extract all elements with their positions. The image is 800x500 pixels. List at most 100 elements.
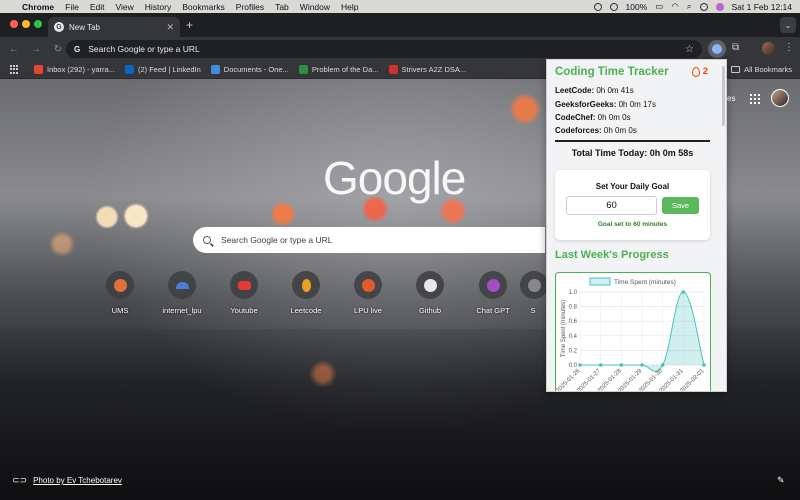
shortcut-icon bbox=[520, 271, 546, 299]
stat-site: CodeChef: bbox=[555, 113, 596, 122]
minimize-window-button[interactable] bbox=[22, 20, 30, 28]
status-icon[interactable] bbox=[593, 2, 602, 11]
google-account-avatar[interactable] bbox=[771, 89, 789, 107]
y-axis-label: Time Spent (minutes) bbox=[561, 300, 567, 357]
shortcut-ums[interactable]: UMS bbox=[95, 271, 145, 315]
gmail-icon bbox=[34, 65, 43, 74]
battery-percent[interactable]: 100% bbox=[626, 2, 648, 12]
back-icon[interactable]: ← bbox=[6, 44, 22, 55]
macos-menu-bar: Chrome File Edit View History Bookmarks … bbox=[0, 0, 800, 13]
shortcut-label: Leetcode bbox=[290, 306, 322, 315]
youtube-icon bbox=[230, 271, 258, 299]
shortcut-label: Chat GPT bbox=[476, 306, 510, 315]
y-tick-label: 0.4 bbox=[569, 334, 578, 340]
chatgpt-icon bbox=[479, 271, 507, 299]
bookmark-onedrive[interactable]: Documents - One... bbox=[210, 65, 289, 74]
google-icon: G bbox=[54, 22, 64, 32]
menu-edit[interactable]: Edit bbox=[90, 2, 105, 12]
ntp-search-placeholder: Search Google or type a URL bbox=[221, 235, 333, 245]
shortcut-label: Github bbox=[418, 306, 442, 315]
menu-window[interactable]: Window bbox=[300, 2, 330, 12]
menu-bookmarks[interactable]: Bookmarks bbox=[182, 2, 225, 12]
shortcut-icon bbox=[168, 271, 196, 299]
google-apps-icon[interactable] bbox=[750, 94, 760, 104]
streak-count: 2 bbox=[702, 66, 708, 77]
menu-chrome[interactable]: Chrome bbox=[22, 2, 54, 12]
popup-scrollbar[interactable] bbox=[722, 66, 725, 126]
shortcut-label: S bbox=[530, 306, 536, 315]
shortcut-partial[interactable]: S bbox=[520, 271, 546, 315]
spotlight-icon[interactable]: ⌕ bbox=[687, 1, 692, 12]
save-goal-button[interactable]: Save bbox=[662, 197, 699, 214]
stat-leetcode: LeetCode: 0h 0m 41s bbox=[555, 86, 634, 95]
data-point bbox=[640, 363, 644, 367]
bookmark-star-icon[interactable]: ☆ bbox=[685, 44, 694, 55]
goal-title: Set Your Daily Goal bbox=[595, 182, 670, 191]
bookmark-label: Documents - One... bbox=[223, 65, 289, 74]
control-center-icon[interactable] bbox=[699, 2, 708, 11]
forward-icon[interactable]: → bbox=[28, 44, 44, 55]
close-tab-icon[interactable]: ✕ bbox=[166, 22, 174, 33]
bookmark-gfg[interactable]: Problem of the Da... bbox=[298, 65, 379, 74]
new-tab-button[interactable]: + bbox=[186, 18, 193, 32]
zoom-window-button[interactable] bbox=[34, 20, 42, 28]
all-bookmarks-button[interactable]: All Bookmarks bbox=[731, 65, 792, 74]
shortcut-chat-gpt[interactable]: Chat GPT bbox=[468, 271, 518, 315]
extensions-puzzle-icon[interactable]: ⧉ bbox=[732, 42, 739, 53]
total-time-today: Total Time Today: 0h 0m 58s bbox=[571, 148, 694, 158]
close-window-button[interactable] bbox=[10, 20, 18, 28]
bookmark-label: Inbox (292) - yarra... bbox=[47, 65, 115, 74]
bookmark-label: (2) Feed | LinkedIn bbox=[137, 65, 201, 74]
bookmark-gmail[interactable]: Inbox (292) - yarra... bbox=[34, 65, 115, 74]
shortcut-internet-lpu[interactable]: internet_lpu bbox=[157, 271, 207, 315]
menu-tab[interactable]: Tab bbox=[275, 2, 289, 12]
data-point bbox=[702, 363, 706, 367]
shortcut-lpu-live[interactable]: LPU live bbox=[343, 271, 393, 315]
menu-profiles[interactable]: Profiles bbox=[236, 2, 264, 12]
bookmark-linkedin[interactable]: (2) Feed | LinkedIn bbox=[124, 65, 201, 74]
y-tick-label: 1.0 bbox=[569, 290, 578, 296]
shortcut-youtube[interactable]: Youtube bbox=[219, 271, 269, 315]
menu-file[interactable]: File bbox=[65, 2, 79, 12]
wifi-icon[interactable]: ◠ bbox=[671, 1, 678, 12]
user-icon[interactable] bbox=[609, 2, 618, 11]
tab-search-button[interactable]: ⌄ bbox=[780, 17, 796, 33]
shortcut-leetcode[interactable]: Leetcode bbox=[281, 271, 331, 315]
customize-pencil-icon[interactable]: ✎ bbox=[777, 475, 785, 486]
divider bbox=[555, 140, 710, 142]
data-point bbox=[619, 363, 624, 367]
battery-icon[interactable]: ▭ bbox=[655, 1, 663, 12]
search-icon bbox=[203, 236, 211, 244]
tab-title: New Tab bbox=[69, 22, 100, 32]
clock[interactable]: Sat 1 Feb 12:14 bbox=[732, 2, 793, 12]
reload-icon[interactable]: ↻ bbox=[50, 44, 66, 55]
ntp-images-link-partial[interactable]: es bbox=[727, 94, 735, 103]
ntp-search-box[interactable]: Search Google or type a URL bbox=[193, 227, 545, 253]
shortcut-label: LPU live bbox=[354, 306, 382, 315]
goal-status-message: Goal set to 60 minutes bbox=[597, 221, 668, 228]
menu-history[interactable]: History bbox=[145, 2, 171, 12]
photo-credit[interactable]: ⊂⊃ Photo by Ev Tchebotarev bbox=[12, 475, 122, 486]
menu-view[interactable]: View bbox=[115, 2, 133, 12]
siri-icon[interactable] bbox=[715, 2, 724, 11]
popup-title: Coding Time Tracker bbox=[555, 66, 669, 78]
goal-minutes-input[interactable]: 60 bbox=[566, 196, 657, 215]
menu-kebab-icon[interactable]: ⋮ bbox=[784, 42, 794, 53]
menu-help[interactable]: Help bbox=[341, 2, 358, 12]
shortcut-github[interactable]: Github bbox=[405, 271, 455, 315]
weekly-progress-title: Last Week's Progress bbox=[555, 249, 669, 261]
bookmark-strivers[interactable]: Strivers A2Z DSA... bbox=[388, 65, 466, 74]
address-bar[interactable]: G Search Google or type a URL ☆ bbox=[66, 40, 702, 58]
apps-grid-icon[interactable] bbox=[10, 64, 20, 75]
profile-avatar[interactable] bbox=[762, 42, 775, 55]
streak-badge: 2 bbox=[691, 66, 708, 77]
daily-goal-card: Set Your Daily Goal 60 Save Goal set to … bbox=[555, 170, 710, 240]
y-tick-label: 0.2 bbox=[569, 348, 578, 354]
shortcut-icon bbox=[354, 271, 382, 299]
tab-new-tab[interactable]: G New Tab ✕ bbox=[48, 17, 180, 37]
all-bookmarks-label: All Bookmarks bbox=[744, 65, 792, 74]
tab-strip: G New Tab ✕ + ⌄ bbox=[0, 13, 800, 37]
data-point bbox=[578, 363, 582, 367]
coding-time-tracker-extension-button[interactable] bbox=[708, 40, 726, 58]
stat-time: 0h 0m 17s bbox=[616, 100, 656, 109]
